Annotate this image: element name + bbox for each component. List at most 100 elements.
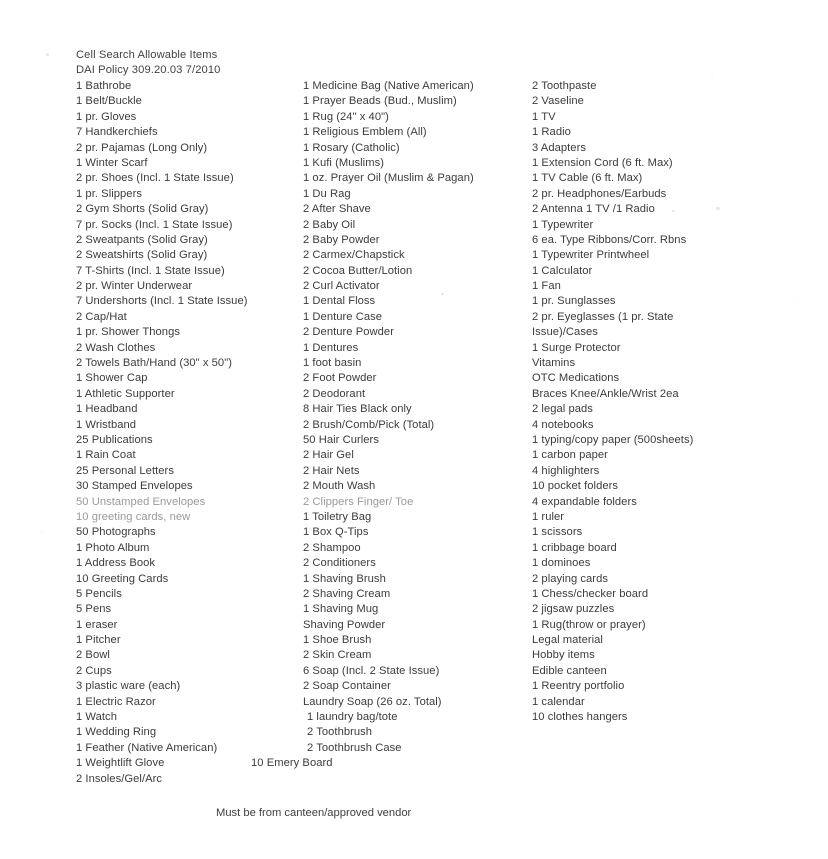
allowable-item: 2 Curl Activator: [303, 280, 380, 293]
allowable-item: OTC Medications: [532, 372, 620, 385]
allowable-items-column-1: 1 Bathrobe 1 Belt/Buckle 1 pr. Gloves 7 Han…: [76, 79, 248, 787]
allowable-item: 4 notebooks: [532, 418, 594, 431]
allowable-item: 1 Rain Coat: [76, 449, 136, 462]
scanned-page: Cell Search Allowable Items DAI Policy 3…: [0, 0, 828, 859]
allowable-item: 10 greeting cards, new: [76, 510, 191, 523]
allowable-item: 2 Clippers Finger/ Toe: [303, 495, 414, 508]
allowable-item: 1 pr. Gloves: [76, 110, 137, 123]
allowable-item: 2 Shampoo: [303, 541, 361, 554]
allowable-item: 2 pr. Headphones/Earbuds: [532, 187, 667, 200]
allowable-item: 1 Chess/checker board: [532, 587, 649, 600]
allowable-item: 50 Unstamped Envelopes: [76, 495, 206, 508]
allowable-item: 10 Emery Board: [251, 757, 333, 770]
allowable-item: 30 Stamped Envelopes: [76, 480, 193, 493]
allowable-item: 1 Belt/Buckle: [76, 95, 142, 108]
allowable-item: 1 Calculator: [532, 264, 593, 277]
allowable-items-column-2: 1 Medicine Bag (Native American) 1 Prayer…: [251, 79, 474, 772]
allowable-item: 25 Personal Letters: [76, 464, 174, 477]
allowable-item: 1 Photo Album: [76, 541, 150, 554]
footer-note: Must be from canteen/approved vendor: [216, 807, 412, 819]
allowable-item: 1 calendar: [532, 695, 585, 708]
allowable-item: 25 Publications: [76, 433, 153, 446]
allowable-item: 1 Dental Floss: [303, 295, 376, 308]
allowable-item: 1 Box Q-Tips: [303, 526, 369, 539]
allowable-item: 1 Toiletry Bag: [303, 510, 372, 523]
allowable-item: 1 Electric Razor: [76, 695, 156, 708]
allowable-item: 4 expandable folders: [532, 495, 637, 508]
allowable-item: 5 Pencils: [76, 587, 122, 600]
allowable-item: 1 Religious Emblem (All): [303, 126, 427, 139]
allowable-item: Edible canteen: [532, 664, 607, 677]
allowable-item: 1 Rug (24" x 40"): [303, 110, 389, 123]
allowable-item: 10 Greeting Cards: [76, 572, 169, 585]
allowable-item: 3 Adapters: [532, 141, 586, 154]
allowable-item: 1 Dentures: [303, 341, 359, 354]
allowable-item: 2 Insoles/Gel/Arc: [76, 772, 163, 785]
allowable-item: 2 Conditioners: [303, 557, 376, 570]
allowable-item: 2 Skin Cream: [303, 649, 372, 662]
allowable-item: 1 Shaving Brush: [303, 572, 386, 585]
allowable-item: 1 pr. Sunglasses: [532, 295, 616, 308]
allowable-item: 50 Photographs: [76, 526, 156, 539]
allowable-item: 1 TV: [532, 110, 556, 123]
allowable-item: 2 Sweatshirts (Solid Gray): [76, 249, 208, 262]
allowable-item: Shaving Powder: [303, 618, 386, 631]
allowable-item: 1 Reentry portfolio: [532, 680, 625, 693]
allowable-item: 1 Wristband: [76, 418, 137, 431]
allowable-item: 2 Brush/Comb/Pick (Total): [303, 418, 435, 431]
allowable-item: 2 pr. Eyeglasses (1 pr. State: [532, 310, 674, 323]
allowable-item: 2 Cocoa Butter/Lotion: [303, 264, 413, 277]
allowable-item: 2 Cap/Hat: [76, 310, 127, 323]
allowable-item: 7 pr. Socks (Incl. 1 State Issue): [76, 218, 233, 231]
allowable-item: 1 dominoes: [532, 557, 591, 570]
allowable-item: 7 T-Shirts (Incl. 1 State Issue): [76, 264, 225, 277]
allowable-item: 2 Bowl: [76, 649, 110, 662]
allowable-item: 1 Watch: [76, 711, 117, 724]
allowable-item: 1 Wedding Ring: [76, 726, 157, 739]
allowable-item: 2 Mouth Wash: [303, 480, 376, 493]
allowable-item: 1 Winter Scarf: [76, 156, 148, 169]
allowable-item: 1 ruler: [532, 510, 565, 523]
allowable-item: 2 Shaving Cream: [303, 587, 391, 600]
allowable-item: 1 Extension Cord (6 ft. Max): [532, 156, 673, 169]
allowable-item: 1 Typewriter Printwheel: [532, 249, 650, 262]
allowable-item: 5 Pens: [76, 603, 112, 616]
document-header: Cell Search Allowable Items DAI Policy 3…: [76, 48, 221, 79]
allowable-item: 1 Typewriter: [532, 218, 594, 231]
allowable-item: 1 typing/copy paper (500sheets): [532, 433, 694, 446]
allowable-item: Braces Knee/Ankle/Wrist 2ea: [532, 387, 679, 400]
allowable-item: 1 Feather (Native American): [76, 741, 218, 754]
policy-reference: DAI Policy 309.20.03 7/2010: [76, 64, 221, 77]
allowable-item: 2 jigsaw puzzles: [532, 603, 615, 616]
allowable-item: 7 Undershorts (Incl. 1 State Issue): [76, 295, 248, 308]
allowable-item: 1 Address Book: [76, 557, 156, 570]
allowable-item: 2 pr. Pajamas (Long Only): [76, 141, 208, 154]
allowable-item: 7 Handkerchiefs: [76, 126, 158, 139]
allowable-item: 2 legal pads: [532, 403, 593, 416]
allowable-item: 2 Baby Oil: [303, 218, 356, 231]
allowable-item: 2 Vaseline: [532, 95, 584, 108]
allowable-item: 1 eraser: [76, 618, 118, 631]
allowable-item: 1 Medicine Bag (Native American): [303, 80, 474, 92]
allowable-item: 2 Toothbrush: [307, 726, 373, 739]
allowable-item: Laundry Soap (26 oz. Total): [303, 695, 442, 708]
allowable-item: 1 Rug(throw or prayer): [532, 618, 646, 631]
page-title: Cell Search Allowable Items: [76, 49, 218, 61]
allowable-item: 1 pr. Slippers: [76, 187, 142, 200]
allowable-item: 1 Bathrobe: [76, 80, 132, 92]
allowable-item: 10 clothes hangers: [532, 711, 628, 724]
allowable-item: 2 Carmex/Chapstick: [303, 249, 405, 262]
allowable-item: Hobby items: [532, 649, 595, 662]
allowable-item: 2 Denture Powder: [303, 326, 394, 339]
allowable-item: 1 Denture Case: [303, 310, 383, 323]
allowable-item: 1 scissors: [532, 526, 583, 539]
allowable-item: 1 Shaving Mug: [303, 603, 379, 616]
allowable-item: 1 Shower Cap: [76, 372, 148, 385]
allowable-item: 2 Gym Shorts (Solid Gray): [76, 203, 209, 216]
allowable-item: 1 Radio: [532, 126, 571, 139]
allowable-item: 1 Headband: [76, 403, 138, 416]
allowable-item: 2 pr. Winter Underwear: [76, 280, 193, 293]
allowable-item: 1 Du Rag: [303, 187, 351, 200]
allowable-item: 1 cribbage board: [532, 541, 617, 554]
scan-speck: [46, 53, 49, 56]
